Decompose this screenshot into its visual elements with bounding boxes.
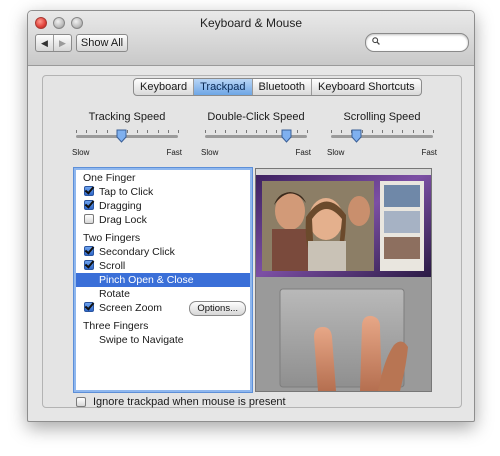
item-label: Pinch Open & Close [99, 274, 194, 286]
slider-label: Tracking Speed [88, 111, 166, 123]
slider-max-label: Fast [421, 148, 437, 157]
slider-tick [256, 130, 257, 133]
double-click-speed-slider[interactable]: Double-Click Speed Slow Fast [201, 111, 311, 157]
slider-tick [402, 130, 404, 133]
item-label: Dragging [99, 200, 142, 212]
slider-tick [371, 130, 373, 133]
nav-buttons: ◀ ▶ [35, 34, 72, 52]
options-button[interactable]: Options... [189, 301, 246, 316]
preferences-window: Keyboard & Mouse ◀ ▶ Show All Keyboard T… [27, 10, 475, 422]
slider-tick [245, 130, 247, 133]
item-label: Secondary Click [99, 246, 175, 258]
slider-tick [422, 130, 424, 133]
slider-tick [147, 130, 149, 133]
trackpad-pane: Keyboard Trackpad Bluetooth Keyboard Sho… [42, 75, 462, 408]
slider-tick [412, 130, 414, 133]
item-label: Rotate [99, 288, 130, 300]
slider-min-label: Slow [201, 148, 219, 157]
slider-tick [137, 130, 139, 133]
slider-max-label: Fast [166, 148, 182, 157]
slider-tick [205, 130, 206, 133]
ignore-trackpad-option[interactable]: Ignore trackpad when mouse is present [76, 396, 286, 408]
list-item-secondary-click[interactable]: Secondary Click [76, 245, 250, 259]
preview-illustration [256, 169, 431, 391]
slider-tick [215, 130, 217, 133]
slider-tick [96, 130, 98, 133]
ignore-trackpad-checkbox[interactable] [76, 397, 86, 407]
checkbox[interactable] [84, 302, 94, 312]
slider-min-label: Slow [327, 148, 345, 157]
checkbox[interactable] [84, 260, 94, 270]
back-arrow-icon[interactable]: ◀ [36, 35, 53, 51]
scrolling-speed-slider[interactable]: Scrolling Speed Slow Fast [327, 111, 437, 157]
item-label: Scroll [99, 260, 126, 272]
tab-keyboard-shortcuts[interactable]: Keyboard Shortcuts [312, 79, 421, 95]
slider-tick [106, 130, 108, 133]
slider-min-label: Slow [72, 148, 90, 157]
item-label: Screen Zoom [99, 302, 163, 314]
slider-tick [433, 130, 434, 133]
checkbox[interactable] [84, 214, 94, 224]
list-item-dragging[interactable]: Dragging [76, 199, 250, 213]
slider-tick [225, 130, 227, 133]
slider-tick [266, 130, 268, 133]
gesture-preview [255, 168, 432, 392]
window-title: Keyboard & Mouse [199, 16, 303, 30]
show-all-button[interactable]: Show All [76, 34, 128, 52]
list-item-rotate[interactable]: Rotate [76, 287, 250, 301]
slider-tick [382, 130, 383, 133]
forward-arrow-icon[interactable]: ▶ [53, 35, 71, 51]
group-header: Two Fingers [83, 232, 141, 244]
checkbox[interactable] [84, 246, 94, 256]
slider-tick [341, 130, 343, 133]
list-item-tap-to-click[interactable]: Tap to Click [76, 185, 250, 199]
slider-tick [167, 130, 169, 133]
tab-keyboard[interactable]: Keyboard [134, 79, 195, 95]
list-item-screen-zoom[interactable]: Screen Zoom Options... [76, 301, 250, 316]
gesture-list: One Finger Tap to Click Dragging Drag Lo… [74, 168, 252, 392]
slider-tick [235, 130, 237, 133]
slider-tick [276, 130, 278, 133]
checkbox[interactable] [84, 186, 94, 196]
slider-tick [178, 130, 179, 133]
group-header: One Finger [83, 172, 136, 184]
tab-trackpad[interactable]: Trackpad [194, 79, 253, 95]
slider-label: Scrolling Speed [343, 111, 421, 123]
slider-tick [307, 130, 308, 133]
item-label: Drag Lock [99, 214, 147, 226]
slider-track [331, 135, 433, 138]
tracking-speed-slider[interactable]: Tracking Speed Slow Fast [72, 111, 182, 157]
item-label: Swipe to Navigate [99, 334, 184, 346]
slider-tick [157, 130, 159, 133]
ignore-trackpad-label: Ignore trackpad when mouse is present [93, 396, 286, 408]
slider-thumb[interactable] [351, 129, 362, 143]
slider-thumb[interactable] [281, 129, 292, 143]
list-item-swipe-to-navigate[interactable]: Swipe to Navigate [76, 333, 250, 347]
checkbox[interactable] [84, 200, 94, 210]
list-item-scroll[interactable]: Scroll [76, 259, 250, 273]
slider-max-label: Fast [295, 148, 311, 157]
group-header: Three Fingers [83, 320, 149, 332]
tab-bluetooth[interactable]: Bluetooth [253, 79, 313, 95]
item-label: Tap to Click [99, 186, 154, 198]
slider-tick [331, 130, 332, 133]
title-bar: Keyboard & Mouse ◀ ▶ Show All [28, 11, 474, 66]
list-item-pinch-open-close[interactable]: Pinch Open & Close [76, 273, 250, 287]
content-area: Keyboard Trackpad Bluetooth Keyboard Sho… [28, 66, 474, 421]
list-item-drag-lock[interactable]: Drag Lock [76, 213, 250, 227]
slider-tick [296, 130, 298, 133]
search-icon [372, 37, 380, 45]
search-field[interactable] [365, 33, 469, 52]
slider-tick [76, 130, 77, 133]
slider-tick [392, 130, 394, 133]
slider-tick [86, 130, 88, 133]
slider-label: Double-Click Speed [207, 111, 305, 123]
tab-bar: Keyboard Trackpad Bluetooth Keyboard Sho… [133, 78, 422, 96]
slider-thumb[interactable] [116, 129, 127, 143]
